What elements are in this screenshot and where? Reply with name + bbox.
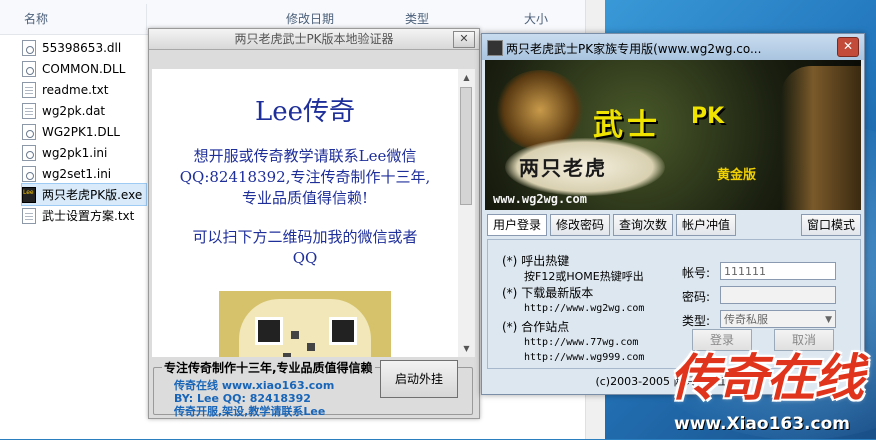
download-link[interactable]: http://www.wg2wg.com	[502, 301, 644, 316]
dll-file-icon	[22, 39, 36, 56]
account-field[interactable]: 111111	[720, 262, 836, 280]
start-button[interactable]: 启动外挂	[380, 360, 458, 398]
qr-code-image	[219, 291, 391, 357]
chevron-down-icon: ▼	[825, 315, 832, 325]
verifier-title: 两只老虎武士PK版本地验证器	[234, 32, 394, 46]
ini-file-icon	[22, 144, 36, 161]
banner-pk: PK	[691, 104, 725, 129]
warrior-image	[781, 66, 861, 210]
text-file-icon	[22, 102, 36, 119]
column-modified[interactable]: 修改日期	[286, 10, 334, 27]
close-icon[interactable]: ✕	[453, 31, 475, 48]
content-paragraph: 想开服或传奇教学请联系Lee微信 QQ:82418392,专注传奇制作十三年, …	[179, 147, 431, 207]
file-item[interactable]: readme.txt	[22, 79, 146, 100]
family-title: 两只老虎武士PK家族专用版(www.wg2wg.co...	[506, 42, 762, 56]
contact-info: 传奇在线 www.xiao163.com BY: Lee QQ: 8241839…	[174, 379, 335, 418]
file-list: 55398653.dll COMMON.DLL readme.txt wg2pk…	[20, 37, 148, 226]
tab-recharge[interactable]: 帐户冲值	[676, 214, 736, 236]
file-item[interactable]: 55398653.dll	[22, 37, 146, 58]
file-item[interactable]: wg2pk.dat	[22, 100, 146, 121]
banner-wushi: 武士	[593, 108, 661, 143]
verifier-scrollbar[interactable]: ▲ ▼	[458, 69, 475, 357]
banner-url: www.wg2wg.com	[493, 192, 587, 206]
family-title-bar[interactable]: 两只老虎武士PK家族专用版(www.wg2wg.co... ✕	[482, 34, 864, 60]
download-item: (*) 下载最新版本 http://www.wg2wg.com	[502, 286, 645, 316]
group-title: 专注传奇制作十三年,专业品质值得信赖	[162, 359, 375, 376]
type-select[interactable]: 传奇私服 ▼	[720, 310, 836, 328]
password-field[interactable]	[720, 286, 836, 304]
text-file-icon	[22, 81, 36, 98]
partner-item: (*) 合作站点 http://www.77wg.com http://www.…	[502, 320, 645, 365]
column-name[interactable]: 名称	[24, 10, 48, 27]
column-type[interactable]: 类型	[405, 10, 429, 27]
password-label: 密码:	[682, 290, 711, 304]
file-item[interactable]: COMMON.DLL	[22, 58, 146, 79]
watermark-url: www.Xiao163.com	[674, 414, 850, 434]
verifier-title-bar[interactable]: 两只老虎武士PK版本地验证器 ✕	[149, 29, 479, 50]
hotkey-item: (*) 呼出热键 按F12或HOME热键呼出	[502, 254, 644, 283]
ini-file-icon	[22, 165, 36, 182]
tab-query-count[interactable]: 查询次数	[613, 214, 673, 236]
file-item[interactable]: wg2set1.ini	[22, 163, 146, 184]
account-label: 帐号:	[682, 266, 711, 280]
banner-image: 武士 PK 两只老虎 黄金版 www.wg2wg.com	[485, 60, 861, 210]
verifier-window: 两只老虎武士PK版本地验证器 ✕ Lee传奇 想开服或传奇教学请联系Lee微信 …	[148, 28, 480, 419]
partner-link-2[interactable]: http://www.wg999.com	[502, 350, 644, 365]
verifier-content: Lee传奇 想开服或传奇教学请联系Lee微信 QQ:82418392,专注传奇制…	[152, 69, 458, 357]
content-paragraph-qr: 可以扫下方二维码加我的微信或者 QQ	[192, 228, 418, 267]
text-file-icon	[22, 207, 36, 224]
partner-link-1[interactable]: http://www.77wg.com	[502, 335, 644, 350]
close-icon[interactable]: ✕	[837, 37, 859, 57]
tab-change-password[interactable]: 修改密码	[550, 214, 610, 236]
scroll-up-icon[interactable]: ▲	[458, 69, 475, 86]
window-mode-button[interactable]: 窗口模式	[801, 214, 861, 236]
file-item[interactable]: WG2PK1.DLL	[22, 121, 146, 142]
scroll-thumb[interactable]	[460, 87, 472, 205]
dll-file-icon	[22, 60, 36, 77]
site-watermark: 传奇在线 www.Xiao163.com	[664, 338, 874, 438]
dll-file-icon	[22, 123, 36, 140]
file-item[interactable]: wg2pk1.ini	[22, 142, 146, 163]
file-item[interactable]: 武士设置方案.txt	[22, 205, 146, 226]
app-icon	[487, 40, 503, 56]
column-size[interactable]: 大小	[524, 10, 548, 27]
tab-bar: 用户登录 修改密码 查询次数 帐户冲值 窗口模式	[487, 214, 861, 236]
banner-laohu: 两只老虎	[519, 156, 607, 180]
tab-login[interactable]: 用户登录	[487, 214, 547, 236]
type-label: 类型:	[682, 314, 711, 328]
watermark-text: 传奇在线	[670, 349, 864, 407]
scroll-down-icon[interactable]: ▼	[458, 340, 475, 357]
content-heading: Lee传奇	[254, 97, 356, 127]
exe-file-icon	[22, 186, 36, 203]
file-item-selected[interactable]: 两只老虎PK版.exe	[20, 183, 148, 206]
banner-edition: 黄金版	[717, 168, 757, 183]
